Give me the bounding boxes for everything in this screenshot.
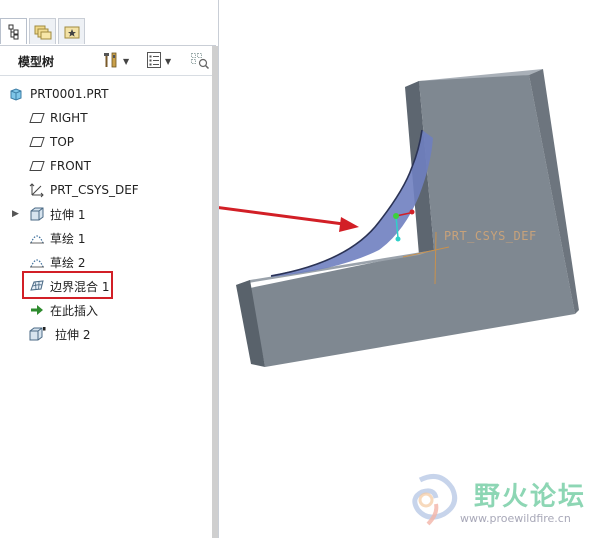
model-tree-toolbar: 模型树 ▼ ▼ — [0, 46, 216, 76]
navigator-tabbar — [0, 0, 216, 46]
tree-icon — [7, 24, 21, 40]
tree-settings-button[interactable]: ▼ — [102, 51, 129, 71]
model-canvas — [219, 69, 579, 367]
tools-icon — [102, 51, 120, 72]
tree-item-insert-here[interactable]: 在此插入 — [0, 299, 214, 321]
watermark-url: www.proewildfire.cn — [460, 512, 571, 525]
chevron-down-icon: ▼ — [123, 56, 130, 66]
drag-handle[interactable] — [393, 213, 399, 219]
csys-icon — [28, 182, 46, 198]
tree-item-label: PRT_CSYS_DEF — [50, 183, 139, 197]
datum-plane-icon — [28, 134, 46, 150]
tree-item-label: FRONT — [50, 159, 91, 173]
tree-item-sketch-1[interactable]: 草绘 1 — [0, 227, 214, 249]
tree-item-extrude-1[interactable]: ▶ 拉伸 1 — [0, 203, 214, 225]
tree-show-button[interactable]: ▼ — [146, 51, 171, 71]
tree-item-csys[interactable]: PRT_CSYS_DEF — [0, 179, 214, 201]
tree-item-sketch-2[interactable]: 草绘 2 — [0, 251, 214, 273]
filter-icon — [190, 51, 210, 72]
tree-item-part-root[interactable]: PRT0001.PRT — [0, 83, 214, 105]
tree-filter-button[interactable] — [190, 51, 210, 71]
csys-label: PRT_CSYS_DEF — [444, 229, 537, 243]
tree-item-label: 在此插入 — [50, 303, 99, 318]
favorites-star-icon — [63, 24, 81, 40]
model-tree-tab[interactable] — [0, 18, 27, 44]
sketch-icon — [28, 230, 46, 246]
tree-item-extrude-2[interactable]: 拉伸 2 — [0, 323, 214, 345]
tree-item-label: PRT0001.PRT — [30, 87, 109, 101]
favorites-tab[interactable] — [58, 18, 85, 44]
graphics-viewport[interactable]: PRT_CSYS_DEF — [219, 0, 614, 538]
datum-plane-icon — [28, 158, 46, 174]
tree-item-label: 草绘 2 — [50, 255, 86, 270]
tree-item-label: 拉伸 1 — [50, 207, 86, 222]
sketch-icon — [28, 254, 46, 270]
folder-browser-tab[interactable] — [29, 18, 56, 44]
watermark-title: 野火论坛 — [474, 482, 587, 512]
tree-item-front-plane[interactable]: FRONT — [0, 155, 214, 177]
tree-item-top-plane[interactable]: TOP — [0, 131, 214, 153]
expand-arrow-icon[interactable]: ▶ — [12, 209, 22, 219]
tree-item-right-plane[interactable]: RIGHT — [0, 107, 214, 129]
watermark: 野火论坛 www.proewildfire.cn — [400, 470, 610, 534]
drag-handle[interactable] — [409, 209, 415, 215]
tree-item-label: 草绘 1 — [50, 231, 86, 246]
list-icon — [146, 51, 162, 72]
folders-icon — [34, 24, 52, 40]
highlight-annotation-box — [22, 271, 113, 299]
chevron-down-icon: ▼ — [165, 56, 172, 66]
extrude-icon — [28, 326, 46, 342]
datum-plane-icon — [28, 110, 46, 126]
part-icon — [7, 86, 25, 102]
extrude-icon — [28, 206, 46, 222]
tree-item-label: 拉伸 2 — [55, 327, 91, 342]
insert-here-arrow-icon — [28, 302, 46, 318]
model-tree-title: 模型树 — [18, 55, 55, 69]
tree-item-label: RIGHT — [50, 111, 88, 125]
drag-handle[interactable] — [395, 236, 401, 242]
tree-item-label: TOP — [50, 135, 75, 149]
annotation-arrow — [219, 206, 352, 227]
annotation-arrow-head — [339, 217, 359, 232]
